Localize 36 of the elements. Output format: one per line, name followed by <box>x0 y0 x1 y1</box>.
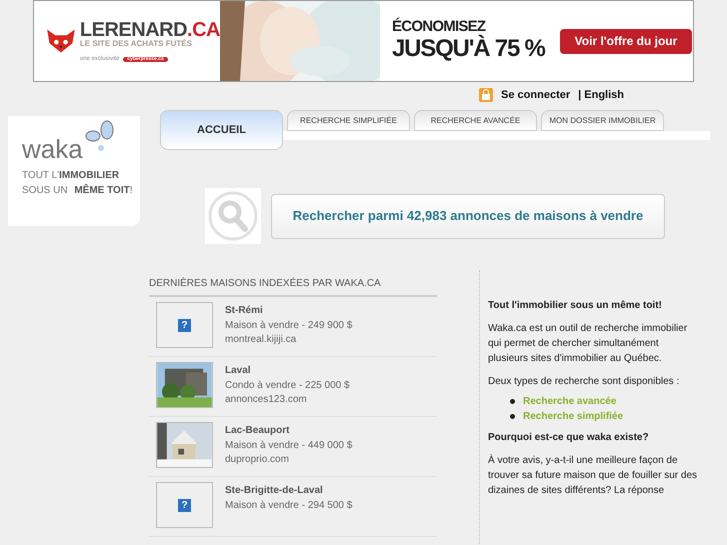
question-mark-badge: ? <box>178 498 191 512</box>
about-paragraph: Waka.ca est un outil de recherche immobilier qui permet de chercher simultanément plusieurs sites d'immobilier au Québec. <box>488 322 688 366</box>
listing-city[interactable]: Ste-Brigitte-de-Laval <box>225 484 352 498</box>
logo-slogan-line: SOUS UN MÊME TOIT! <box>22 183 134 198</box>
bullet-icon <box>510 399 515 404</box>
promo-subheading: ÉCONOMISEZ <box>392 18 487 34</box>
listing-description: Maison à vendre - 294 500 $ <box>225 498 352 512</box>
listing-city[interactable]: Lac-Beauport <box>225 424 352 438</box>
search-button[interactable]: Rechercher parmi 42,983 annonces de maisons à vendre <box>271 194 665 238</box>
about-heading: Tout l'immobilier sous un même toit! <box>488 299 663 313</box>
listing-description: Maison à vendre - 249 900 $ <box>225 318 352 332</box>
listing-city[interactable]: St-Rémi <box>225 304 352 318</box>
nav-tab[interactable]: RECHERCHE AVANCÉE <box>414 110 537 131</box>
bullet-icon <box>510 414 515 419</box>
listing-city[interactable]: Laval <box>225 364 350 378</box>
listing-source: duproprio.com <box>225 453 290 467</box>
listing-source: montreal.kijiji.ca <box>225 333 298 347</box>
language-link[interactable]: | English <box>578 86 624 104</box>
nav-tab[interactable]: MON DOSSIER IMMOBILIER <box>541 110 664 131</box>
logo-wordmark: waka <box>22 136 83 162</box>
about-paragraph: Deux types de recherche sont disponibles : <box>488 375 680 389</box>
listing-description: Maison à vendre - 449 000 $ <box>225 438 352 452</box>
about-paragraph: À votre avis, y-a-t-il une meilleure façon de trouver sa future maison que de fouiller sur des dizaines de sites différents? La réponse <box>488 453 698 498</box>
lock-icon <box>479 88 494 102</box>
section-heading: DERNIÈRES MAISONS INDEXÉES PAR WAKA.CA <box>149 278 381 289</box>
promo-headline: JUSQU'À 75 % <box>392 34 546 64</box>
login-link[interactable]: Se connecter <box>501 86 570 104</box>
nav-tab[interactable]: RECHERCHE SIMPLIFIÉE <box>287 110 410 131</box>
nav-tab[interactable]: ACCUEIL <box>160 110 283 150</box>
about-heading: Pourquoi est-ce que waka existe? <box>488 431 650 445</box>
brand-tagline: LE SITE DES ACHATS FUTÉS <box>80 40 193 48</box>
question-mark-badge: ? <box>178 318 191 332</box>
listing-source: annonces123.com <box>225 393 308 407</box>
listing-description: Condo à vendre - 225 000 $ <box>225 378 350 392</box>
offer-button[interactable]: Voir l'offre du jour <box>560 28 692 54</box>
logo-slogan-line: TOUT L'IMMOBILIER <box>22 169 120 183</box>
